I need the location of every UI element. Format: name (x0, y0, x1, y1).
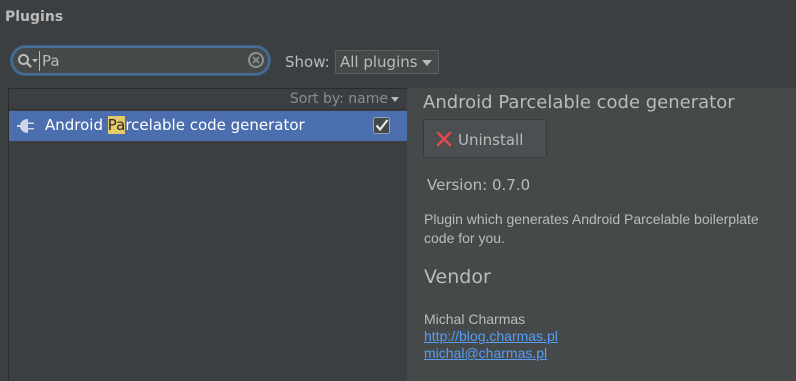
page-title: Plugins (5, 9, 64, 25)
search-icon[interactable] (17, 53, 39, 69)
plugin-icon (17, 119, 34, 133)
uninstall-label: Uninstall (458, 131, 524, 149)
plugin-list: Sort by: name Android Parcelable code ge… (8, 88, 407, 381)
plugin-name: Android Parcelable code generator (45, 116, 305, 134)
list-item[interactable]: Android Parcelable code generator (9, 111, 407, 141)
clear-icon[interactable] (247, 51, 265, 69)
show-filter-value: All plugins (340, 53, 418, 71)
vendor-url-link[interactable]: http://blog.charmas.pl (424, 328, 558, 344)
uninstall-button[interactable]: Uninstall (423, 119, 547, 158)
plugin-description: Plugin which generates Android Parcelabl… (424, 211, 759, 246)
close-icon (436, 131, 452, 147)
plugins-page: Plugins Show: All plugins Sort by: name (0, 0, 796, 381)
search-field[interactable] (11, 46, 270, 75)
vendor-email-link[interactable]: michal@charmas.pl (424, 345, 547, 361)
list-header: Sort by: name (9, 89, 407, 110)
search-input[interactable] (39, 51, 252, 71)
plugin-title: Android Parcelable code generator (423, 92, 735, 113)
show-label: Show: (285, 53, 330, 71)
vendor-heading: Vendor (424, 266, 491, 288)
enabled-checkbox[interactable] (373, 117, 390, 134)
chevron-down-icon (422, 60, 432, 66)
vendor-name: Michal Charmas (424, 311, 526, 327)
sort-by-label: Sort by: name (289, 91, 388, 107)
sort-by-dropdown[interactable]: Sort by: name (290, 91, 399, 107)
version-text: Version: 0.7.0 (427, 176, 531, 194)
show-filter-dropdown[interactable]: All plugins (335, 50, 439, 74)
search-match-highlight: Pa (107, 116, 126, 134)
plugin-details: Android Parcelable code generator Uninst… (407, 88, 796, 381)
sort-arrow-icon (391, 96, 399, 102)
